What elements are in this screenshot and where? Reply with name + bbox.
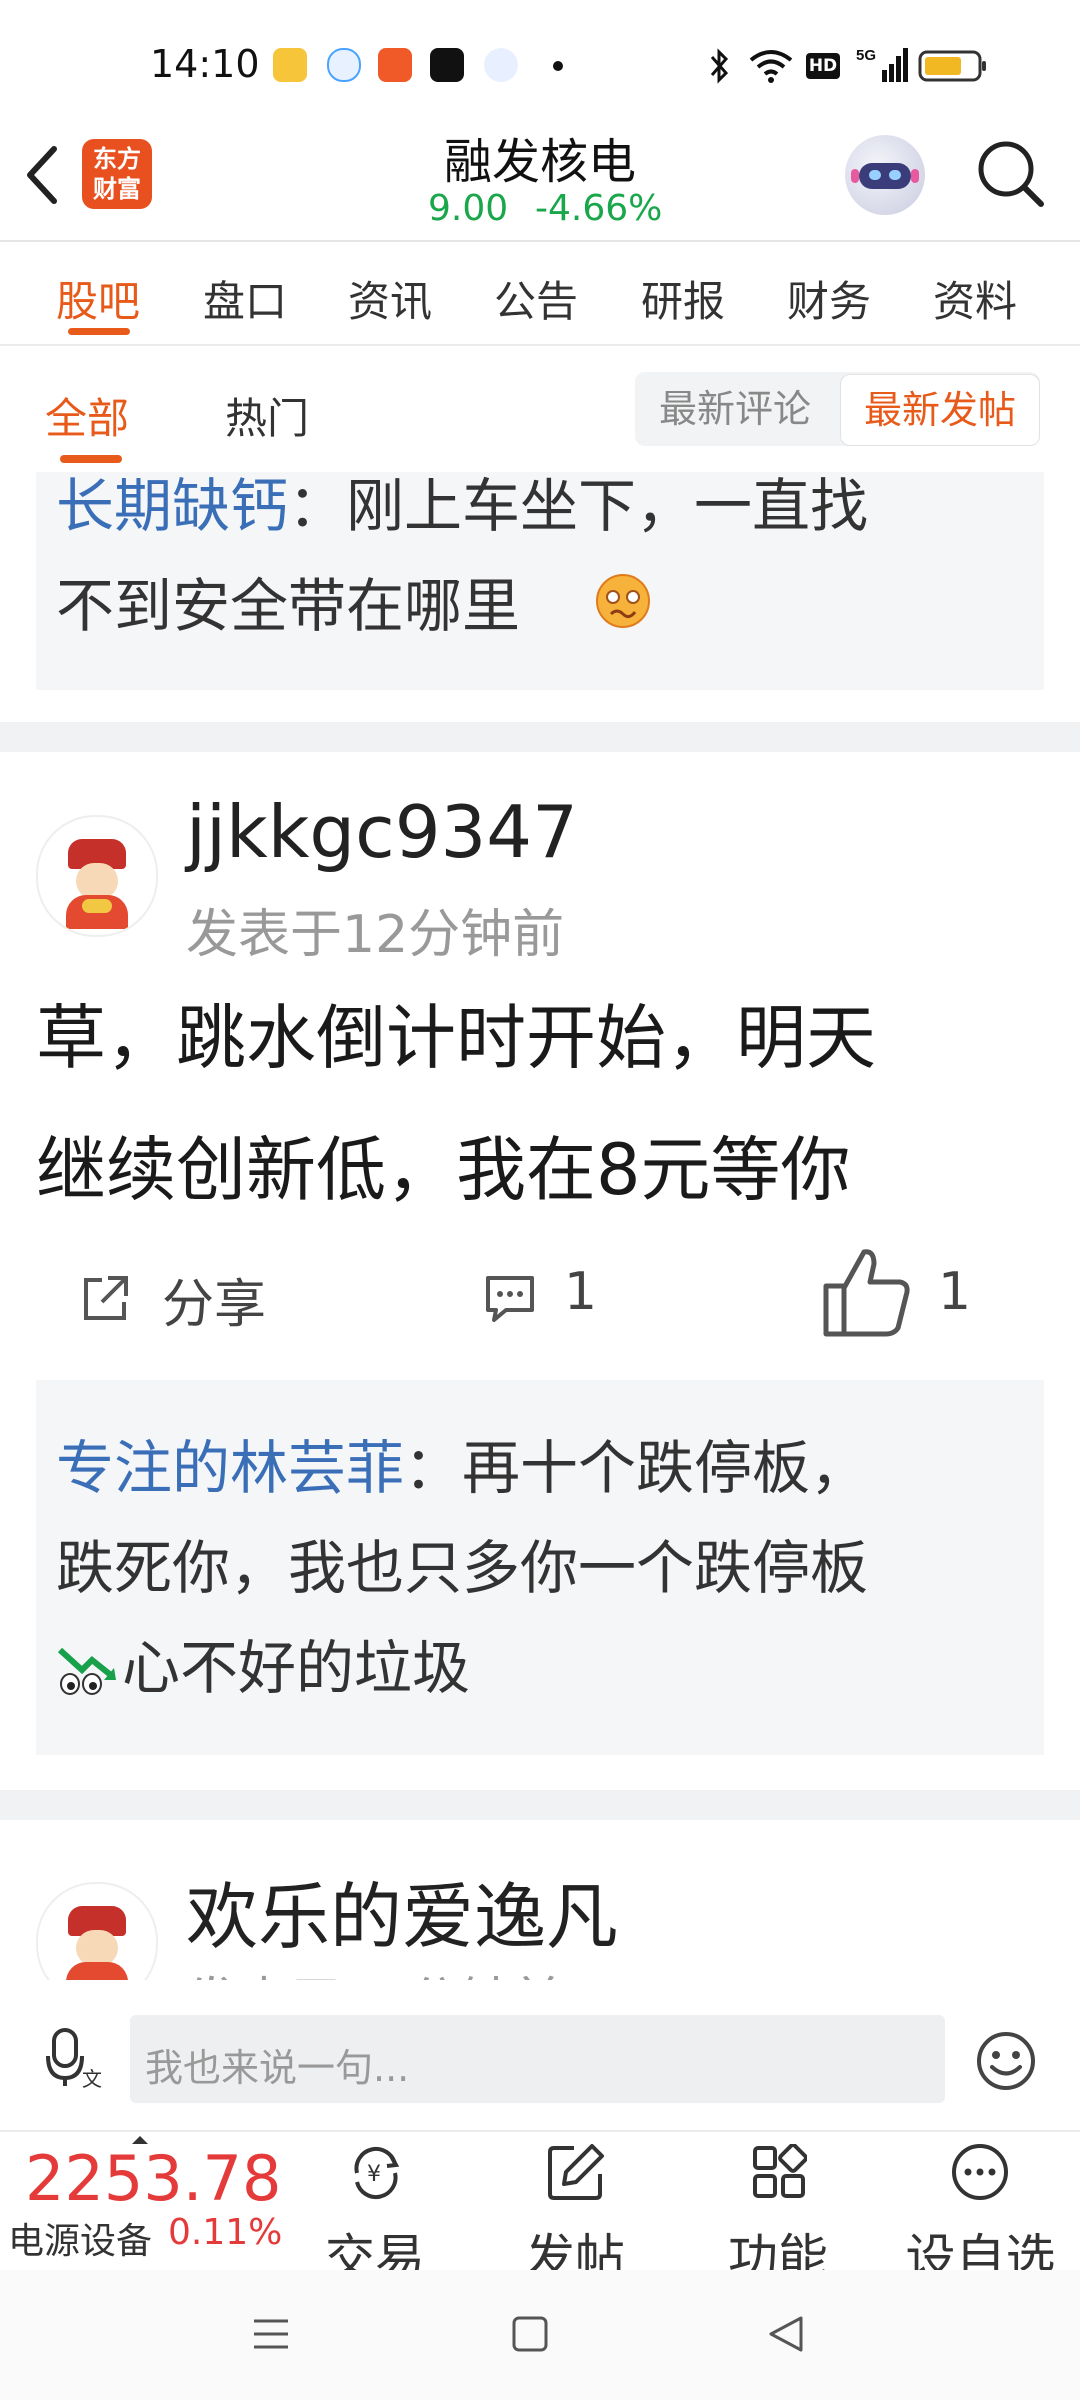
tab-active-indicator bbox=[68, 328, 130, 335]
nav-trade-label: 交易 bbox=[325, 2229, 425, 2270]
signal-5g-icon: 5G bbox=[856, 47, 908, 82]
tab-news[interactable]: 资讯 bbox=[348, 268, 432, 329]
like-count: 1 bbox=[938, 1262, 972, 1322]
search-icon[interactable] bbox=[975, 138, 1047, 210]
wifi-icon bbox=[749, 50, 793, 83]
comment-text: ：刚上车坐下，一直找 bbox=[288, 472, 869, 540]
tabs-divider bbox=[0, 344, 1080, 346]
home-icon[interactable] bbox=[510, 2314, 550, 2354]
search-app-icon bbox=[484, 48, 518, 82]
battery-icon bbox=[918, 50, 986, 82]
subtab-hot[interactable]: 热门 bbox=[225, 385, 309, 446]
comment-user[interactable]: 专注的林芸菲 bbox=[56, 1434, 404, 1502]
more-icon bbox=[952, 2144, 1008, 2200]
share-button[interactable]: 分享 bbox=[80, 1262, 300, 1335]
woozy-emoji-icon bbox=[596, 574, 650, 628]
back-icon[interactable] bbox=[765, 2312, 807, 2356]
post-time: 发表于12分钟前 bbox=[186, 905, 565, 965]
comment-icon bbox=[486, 1276, 534, 1322]
app-yellow-icon bbox=[273, 48, 307, 82]
comment-line: 不到安全带在哪里 bbox=[56, 556, 520, 656]
comment-line: 专注的林芸菲：再十个跌停板， bbox=[56, 1418, 868, 1518]
share-label: 分享 bbox=[162, 1275, 267, 1335]
status-bar: 14:10 HD 5G bbox=[0, 0, 1080, 130]
svg-text:¥: ¥ bbox=[367, 2162, 381, 2187]
tab-profile[interactable]: 资料 bbox=[933, 268, 1017, 329]
comment-line: 跌死你，我也只多你一个跌停板 bbox=[56, 1534, 869, 1602]
comment-line: 心不好的垃圾 bbox=[122, 1634, 471, 1702]
index-pct: 0.11% bbox=[168, 2212, 283, 2253]
tab-announcements[interactable]: 公告 bbox=[494, 268, 578, 329]
nav-post[interactable]: 发帖 bbox=[500, 2138, 650, 2270]
voice-input-icon[interactable]: 文 bbox=[44, 2026, 104, 2090]
stock-price: 9.00 bbox=[428, 188, 509, 229]
bluetooth-icon bbox=[710, 48, 729, 84]
post-body-line[interactable]: 草，跳水倒计时开始，明天 bbox=[36, 972, 876, 1104]
nav-post-label: 发帖 bbox=[525, 2229, 625, 2270]
nav-watchlist-label: 设自选 bbox=[905, 2229, 1056, 2270]
tiktok-icon bbox=[430, 48, 464, 82]
status-time: 14:10 bbox=[150, 42, 260, 86]
hd-icon: HD bbox=[806, 53, 840, 79]
tab-research[interactable]: 研报 bbox=[641, 268, 725, 329]
nav-trade[interactable]: ¥ 交易 bbox=[300, 2138, 450, 2270]
post-separator bbox=[0, 722, 1080, 752]
comment-user[interactable]: 长期缺钙 bbox=[56, 472, 288, 540]
header-divider bbox=[0, 240, 1080, 242]
index-value: 2253.78 bbox=[25, 2142, 282, 2215]
nav-watchlist[interactable]: 设自选 bbox=[888, 2138, 1073, 2270]
sort-latest-comment[interactable]: 最新评论 bbox=[640, 372, 830, 446]
post-body-line[interactable]: 继续创新低，我在8元等你 bbox=[36, 1104, 851, 1236]
post-separator bbox=[0, 1790, 1080, 1820]
emoji-icon[interactable] bbox=[975, 2030, 1037, 2092]
like-button[interactable]: 1 bbox=[820, 1244, 980, 1344]
trade-icon: ¥ bbox=[354, 2146, 400, 2200]
comment-button[interactable]: 1 bbox=[484, 1262, 634, 1334]
tab-finance[interactable]: 财务 bbox=[787, 268, 871, 329]
app-red-icon bbox=[378, 48, 412, 82]
comment-text: ：再十个跌停板， bbox=[404, 1434, 869, 1502]
comment-count: 1 bbox=[564, 1262, 598, 1322]
comment-line: 长期缺钙：刚上车坐下，一直找 bbox=[56, 456, 1046, 556]
sort-latest-post[interactable]: 最新发帖 bbox=[840, 374, 1040, 446]
post-time: 发表于12分钟前 bbox=[186, 1960, 564, 1980]
post-author[interactable]: 欢乐的爱逸凡 bbox=[186, 1858, 618, 1963]
falling-eyes-emoji-icon bbox=[57, 1647, 116, 1695]
post-author[interactable]: jjkkgc9347 bbox=[186, 790, 578, 874]
avatar[interactable] bbox=[36, 1882, 158, 1980]
svg-text:文: 文 bbox=[82, 2067, 102, 2090]
grid-icon bbox=[753, 2144, 807, 2198]
index-name: 电源设备 bbox=[8, 2221, 153, 2262]
nav-function[interactable]: 功能 bbox=[703, 2138, 853, 2270]
tab-guba[interactable]: 股吧 bbox=[56, 268, 140, 329]
post-preview: 欢乐的爱逸凡 发表于12分钟前 bbox=[0, 1820, 1080, 1980]
share-icon bbox=[84, 1276, 128, 1320]
svg-text:5G: 5G bbox=[856, 47, 876, 64]
thumbs-up-icon bbox=[823, 1249, 910, 1337]
comment-text: 不到安全带在哪里 bbox=[56, 572, 521, 640]
tab-pankou[interactable]: 盘口 bbox=[203, 268, 287, 329]
nav-function-label: 功能 bbox=[728, 2229, 828, 2270]
avatar[interactable] bbox=[36, 815, 158, 937]
app-blue-icon bbox=[327, 48, 361, 82]
stock-change: -4.66% bbox=[535, 188, 663, 229]
comment-input-placeholder: 我也来说一句... bbox=[145, 2046, 410, 2090]
subtab-all[interactable]: 全部 bbox=[45, 385, 129, 446]
dot-icon bbox=[553, 61, 563, 71]
menu-icon[interactable] bbox=[250, 2313, 292, 2355]
edit-icon bbox=[548, 2144, 604, 2200]
robot-icon[interactable] bbox=[845, 135, 925, 215]
